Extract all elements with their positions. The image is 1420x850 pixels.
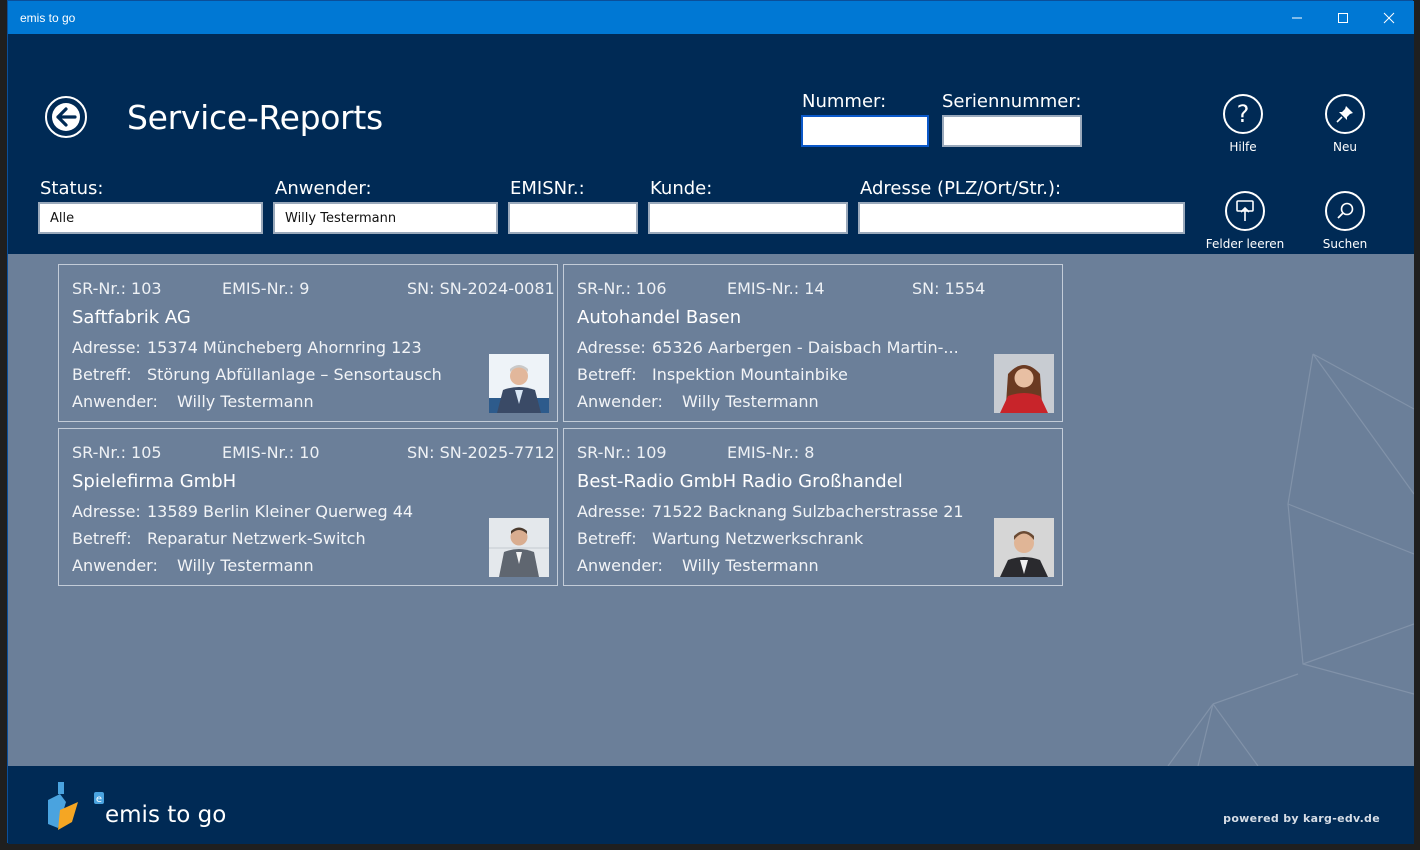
- user-value: Willy Testermann: [682, 392, 819, 411]
- user-photo: [994, 518, 1054, 577]
- help-icon: ?: [1237, 101, 1250, 127]
- user-value: Willy Testermann: [177, 392, 314, 411]
- subject-value: Wartung Netzwerkschrank: [652, 529, 864, 548]
- app-window: emis to go Service-Reports Nummer: Serie…: [7, 0, 1414, 844]
- adresse-label: Adresse (PLZ/Ort/Str.):: [860, 178, 1062, 199]
- nummer-label: Nummer:: [802, 91, 887, 112]
- search-icon: [1337, 202, 1354, 219]
- address-value: 71522 Backnang Sulzbacherstrasse 21: [652, 502, 964, 521]
- sr-number: SR-Nr.: 105: [72, 443, 162, 462]
- serial-number: SN: 1554: [912, 279, 986, 298]
- felder-leeren-label: Felder leeren: [1205, 237, 1285, 251]
- minimize-icon: [1292, 17, 1302, 18]
- emis-logo-icon: e: [48, 782, 104, 830]
- adresse-label: Adresse:: [72, 502, 141, 521]
- emis-number: EMIS-Nr.: 9: [222, 279, 310, 298]
- close-icon: [1383, 12, 1395, 23]
- customer-name: Saftfabrik AG: [72, 307, 191, 328]
- powered-by-text: powered by karg-edv.de: [1223, 812, 1380, 825]
- anwender-label: Anwender:: [577, 556, 663, 575]
- report-card[interactable]: SR-Nr.: 105 EMIS-Nr.: 10 SN: SN-2025-771…: [58, 428, 558, 586]
- user-photo: [994, 354, 1054, 413]
- anwender-label: Anwender:: [577, 392, 663, 411]
- address-value: 13589 Berlin Kleiner Querweg 44: [147, 502, 414, 521]
- title-bar: emis to go: [8, 1, 1414, 34]
- serial-number: SN: SN-2025-7712: [407, 443, 555, 462]
- customer-name: Spielefirma GmbH: [72, 471, 237, 492]
- subject-value: Störung Abfüllanlage – Sensortausch: [147, 365, 442, 384]
- subject-value: Inspektion Mountainbike: [652, 365, 848, 384]
- serial-number: SN: SN-2024-0081: [407, 279, 555, 298]
- neu-label: Neu: [1333, 140, 1357, 154]
- customer-name: Best-Radio GmbH Radio Großhandel: [577, 471, 903, 492]
- svg-text:e: e: [96, 794, 102, 805]
- anwender-label: Anwender:: [72, 392, 158, 411]
- svg-text:?: ?: [1237, 101, 1250, 127]
- emis-number: EMIS-Nr.: 10: [222, 443, 320, 462]
- sr-number: SR-Nr.: 106: [577, 279, 667, 298]
- emisnr-input[interactable]: [508, 202, 638, 234]
- kunde-label: Kunde:: [650, 178, 713, 199]
- emisnr-label: EMISNr.:: [510, 178, 585, 199]
- suchen-button[interactable]: Suchen: [1305, 191, 1385, 251]
- window-title: emis to go: [20, 11, 76, 25]
- status-label: Status:: [40, 178, 104, 199]
- user-photo: [489, 354, 549, 413]
- user-photo: [489, 518, 549, 577]
- adresse-label: Adresse:: [577, 502, 646, 521]
- address-value: 65326 Aarbergen - Daisbach Martin-...: [652, 338, 959, 357]
- maximize-button[interactable]: [1320, 1, 1366, 34]
- kunde-input[interactable]: [648, 202, 848, 234]
- status-select[interactable]: [38, 202, 263, 234]
- emis-number: EMIS-Nr.: 14: [727, 279, 825, 298]
- page-title: Service-Reports: [127, 98, 383, 137]
- anwender-label: Anwender:: [72, 556, 158, 575]
- address-value: 15374 Müncheberg Ahornring 123: [147, 338, 422, 357]
- betreff-label: Betreff:: [72, 365, 132, 384]
- adresse-input[interactable]: [858, 202, 1185, 234]
- maximize-icon: [1338, 12, 1348, 23]
- report-card[interactable]: SR-Nr.: 103 EMIS-Nr.: 9 SN: SN-2024-0081…: [58, 264, 558, 422]
- pin-icon: [1336, 106, 1353, 123]
- sr-number: SR-Nr.: 103: [72, 279, 162, 298]
- footer-bar: e emis to go powered by karg-edv.de: [8, 766, 1414, 844]
- anwender-label: Anwender:: [275, 178, 372, 199]
- sr-number: SR-Nr.: 109: [577, 443, 667, 462]
- report-card[interactable]: SR-Nr.: 106 EMIS-Nr.: 14 SN: 1554 Autoha…: [563, 264, 1063, 422]
- minimize-button[interactable]: [1274, 1, 1320, 34]
- suchen-label: Suchen: [1322, 237, 1368, 251]
- adresse-label: Adresse:: [72, 338, 141, 357]
- nummer-input[interactable]: [801, 115, 929, 147]
- report-card[interactable]: SR-Nr.: 109 EMIS-Nr.: 8 Best-Radio GmbH …: [563, 428, 1063, 586]
- neu-button[interactable]: Neu: [1305, 94, 1385, 154]
- clear-fields-icon: [1236, 200, 1254, 221]
- betreff-label: Betreff:: [577, 365, 637, 384]
- back-button[interactable]: [45, 96, 87, 138]
- hilfe-label: Hilfe: [1229, 140, 1257, 154]
- adresse-label: Adresse:: [577, 338, 646, 357]
- close-button[interactable]: [1366, 1, 1412, 34]
- customer-name: Autohandel Basen: [577, 307, 742, 328]
- reports-area: SR-Nr.: 103 EMIS-Nr.: 9 SN: SN-2024-0081…: [8, 254, 1414, 766]
- anwender-input[interactable]: [273, 202, 498, 234]
- emis-number: EMIS-Nr.: 8: [727, 443, 815, 462]
- arrow-left-icon: [52, 103, 80, 131]
- logo-text: emis to go: [105, 802, 227, 828]
- seriennummer-label: Seriennummer:: [942, 91, 1082, 112]
- hilfe-button[interactable]: ? Hilfe: [1203, 94, 1283, 154]
- header-panel: Service-Reports Nummer: Seriennummer: St…: [8, 34, 1414, 254]
- felder-leeren-button[interactable]: Felder leeren: [1205, 191, 1285, 251]
- user-value: Willy Testermann: [177, 556, 314, 575]
- user-value: Willy Testermann: [682, 556, 819, 575]
- betreff-label: Betreff:: [72, 529, 132, 548]
- seriennummer-input[interactable]: [942, 115, 1082, 147]
- subject-value: Reparatur Netzwerk-Switch: [147, 529, 366, 548]
- betreff-label: Betreff:: [577, 529, 637, 548]
